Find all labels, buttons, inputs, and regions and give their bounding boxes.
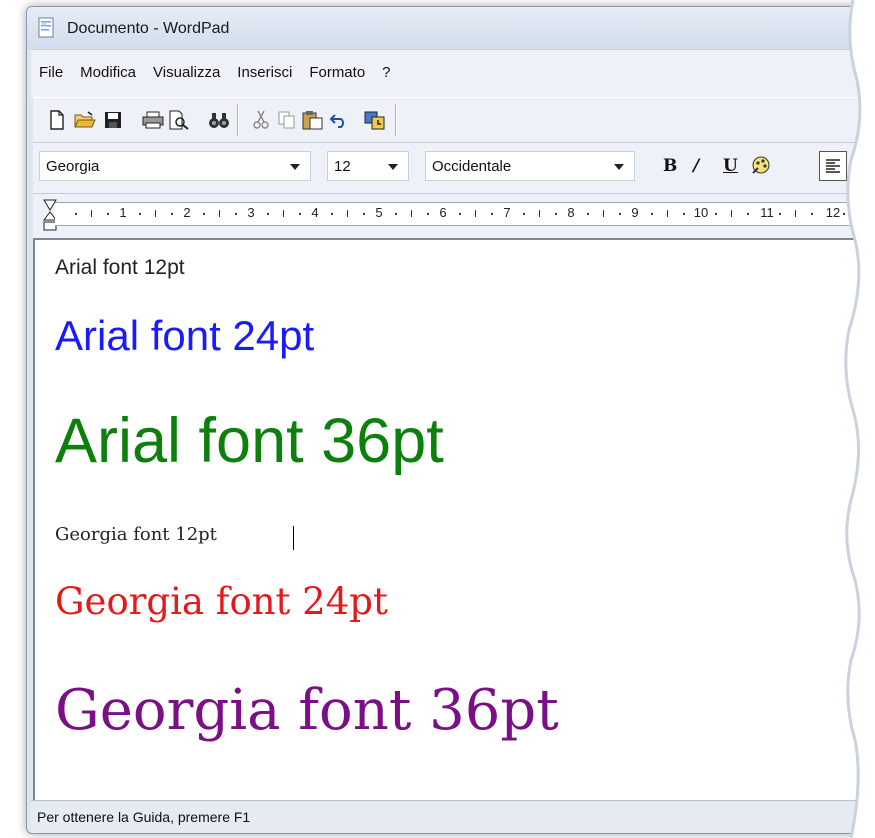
- ruler-tick: [539, 210, 540, 217]
- new-document-icon[interactable]: [45, 108, 69, 132]
- ruler-tick: [91, 210, 92, 217]
- ruler-tick: [411, 210, 412, 217]
- ruler-mark: 2: [183, 205, 191, 220]
- toolbar-separator: [395, 104, 397, 136]
- ruler-tick: [779, 213, 781, 215]
- status-bar: Per ottenere la Guida, premere F1: [31, 800, 875, 833]
- ruler-tick: [651, 213, 653, 215]
- print-icon[interactable]: [141, 108, 165, 132]
- title-bar[interactable]: Documento - WordPad: [27, 7, 875, 49]
- ruler-tick: [395, 213, 397, 215]
- ruler-tick: [523, 213, 525, 215]
- script-combo[interactable]: Occidentale: [425, 151, 635, 181]
- ruler-tick: [139, 213, 141, 215]
- copy-icon[interactable]: [275, 108, 299, 132]
- font-name-value: Georgia: [46, 158, 100, 175]
- wordpad-app-icon: [37, 17, 57, 39]
- chevron-down-icon[interactable]: [388, 164, 398, 170]
- ruler-mark: 6: [439, 205, 447, 220]
- ruler-mark: 7: [503, 205, 511, 220]
- color-icon[interactable]: [749, 153, 773, 177]
- menu-visualizza[interactable]: Visualizza: [153, 64, 220, 81]
- ruler-tick: [203, 213, 205, 215]
- ruler-mark: 1: [119, 205, 127, 220]
- ruler-tick: [603, 210, 604, 217]
- menu-bar: File Modifica Visualizza Inserisci Forma…: [31, 49, 875, 98]
- ruler-tick: [363, 213, 365, 215]
- format-toolbar: Georgia 12 Occidentale B / U: [33, 143, 875, 194]
- ruler-tick: [267, 213, 269, 215]
- underline-button[interactable]: U: [723, 156, 738, 176]
- doc-line-arial-12[interactable]: Arial font 12pt: [55, 256, 185, 280]
- save-icon[interactable]: [101, 108, 125, 132]
- ruler-mark: 3: [247, 205, 255, 220]
- doc-line-arial-36[interactable]: Arial font 36pt: [55, 405, 444, 477]
- ruler-tick: [619, 213, 621, 215]
- ruler-tick: [795, 210, 796, 217]
- ruler-tick: [347, 210, 348, 217]
- ruler-tick: [747, 213, 749, 215]
- ruler-tick: [283, 210, 284, 217]
- font-size-value: 12: [334, 158, 351, 175]
- ruler-tick: [667, 210, 668, 217]
- ruler-mark: 11: [760, 205, 774, 220]
- insert-date-time-icon[interactable]: [363, 108, 387, 132]
- ruler-strip: [55, 202, 875, 226]
- ruler-mark: 5: [375, 205, 383, 220]
- ruler-tick: [427, 213, 429, 215]
- ruler-tick: [219, 210, 220, 217]
- ruler[interactable]: 1 2 3 4 5 6 7 8 9 10 11 12: [33, 194, 875, 240]
- paste-icon[interactable]: [301, 108, 325, 132]
- menu-modifica[interactable]: Modifica: [80, 64, 136, 81]
- torn-edge: [844, 0, 875, 838]
- ruler-tick: [555, 213, 557, 215]
- undo-icon[interactable]: [327, 108, 351, 132]
- ruler-tick: [731, 210, 732, 217]
- document-area[interactable]: Arial font 12pt Arial font 24pt Arial fo…: [33, 240, 875, 800]
- chevron-down-icon[interactable]: [614, 164, 624, 170]
- ruler-tick: [715, 213, 717, 215]
- find-icon[interactable]: [207, 108, 231, 132]
- ruler-mark: 9: [631, 205, 639, 220]
- font-size-combo[interactable]: 12: [327, 151, 409, 181]
- ruler-mark: 10: [693, 205, 709, 220]
- wordpad-window: Documento - WordPad File Modifica Visual…: [26, 6, 875, 834]
- font-name-combo[interactable]: Georgia: [39, 151, 311, 181]
- ruler-tick: [155, 210, 156, 217]
- menu-help[interactable]: ?: [382, 64, 390, 81]
- menu-formato[interactable]: Formato: [309, 64, 365, 81]
- menu-inserisci[interactable]: Inserisci: [237, 64, 292, 81]
- ruler-tick: [587, 213, 589, 215]
- ruler-tick: [107, 213, 109, 215]
- script-value: Occidentale: [432, 158, 512, 175]
- chevron-down-icon[interactable]: [290, 164, 300, 170]
- print-preview-icon[interactable]: [167, 108, 191, 132]
- doc-line-georgia-12[interactable]: Georgia font 12pt: [55, 524, 217, 545]
- cut-icon[interactable]: [249, 108, 273, 132]
- doc-line-georgia-24[interactable]: Georgia font 24pt: [55, 580, 388, 623]
- bold-button[interactable]: B: [663, 156, 677, 176]
- ruler-mark: 4: [311, 205, 319, 220]
- doc-line-georgia-36[interactable]: Georgia font 36pt: [55, 678, 559, 743]
- ruler-tick: [811, 213, 813, 215]
- doc-line-arial-24[interactable]: Arial font 24pt: [55, 312, 314, 360]
- ruler-tick: [683, 213, 685, 215]
- standard-toolbar: [33, 97, 875, 143]
- text-caret: [293, 526, 294, 550]
- italic-button[interactable]: /: [693, 156, 699, 176]
- ruler-tick: [459, 213, 461, 215]
- open-folder-icon[interactable]: [73, 108, 97, 132]
- ruler-tick: [475, 210, 476, 217]
- ruler-tick: [491, 213, 493, 215]
- ruler-tick: [331, 213, 333, 215]
- window-title: Documento - WordPad: [67, 20, 230, 37]
- toolbar-separator: [237, 104, 239, 136]
- ruler-tick: [299, 213, 301, 215]
- ruler-tick: [75, 213, 77, 215]
- ruler-mark: 8: [567, 205, 575, 220]
- menu-file[interactable]: File: [39, 64, 63, 81]
- ruler-tick: [235, 213, 237, 215]
- ruler-tick: [171, 213, 173, 215]
